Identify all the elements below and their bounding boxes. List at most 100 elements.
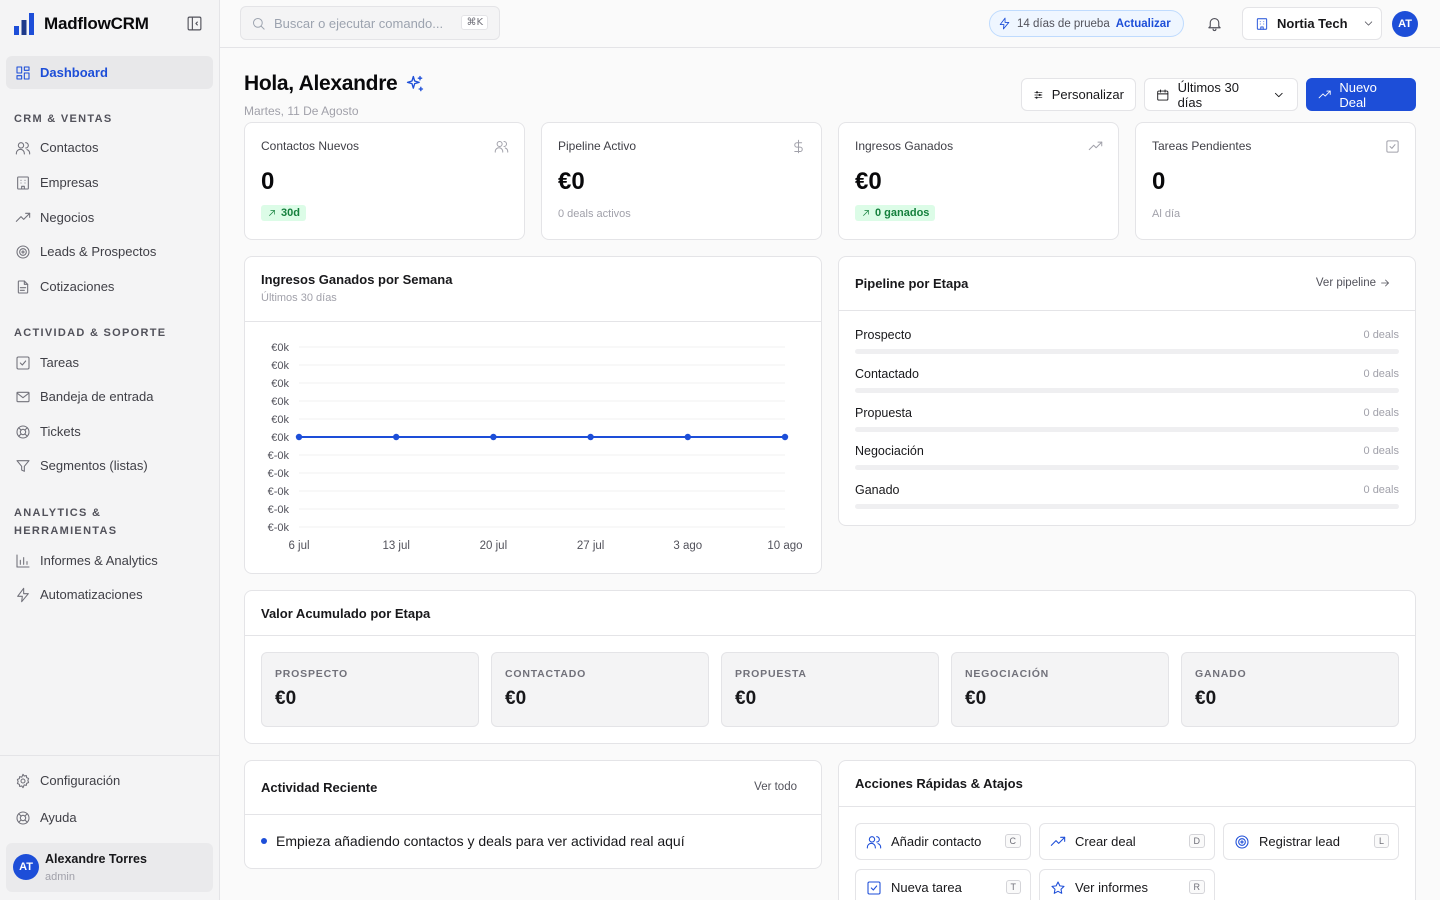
divider [839, 806, 1415, 807]
trial-badge[interactable]: 14 días de prueba Actualizar [989, 10, 1184, 37]
y-tick-label: €-0k [268, 486, 290, 498]
sidebar-item-dashboard[interactable]: Dashboard [6, 56, 213, 89]
view-pipeline-link[interactable]: Ver pipeline [1316, 277, 1391, 289]
date-range-select[interactable]: Últimos 30 días [1144, 78, 1298, 111]
stage-progress-track [855, 387, 1399, 393]
org-name: Nortia Tech [1277, 16, 1348, 31]
quick-action-register-lead[interactable]: Registrar lead L [1223, 823, 1399, 860]
sidebar-item-segmentos[interactable]: Segmentos (listas) [6, 449, 213, 482]
sidebar-item-cotizaciones[interactable]: Cotizaciones [6, 270, 213, 303]
quick-action-new-task[interactable]: Nueva tarea T [855, 869, 1031, 900]
divider [245, 321, 821, 322]
check-square-icon [867, 880, 881, 895]
user-role: admin [45, 871, 75, 883]
pipeline-stage-row: Negociación 0 deals [855, 444, 1399, 472]
shortcut-key: D [1188, 834, 1205, 848]
sidebar-item-ayuda[interactable]: Ayuda [6, 801, 213, 834]
stage-name: Contactado [855, 366, 919, 381]
quick-action-add-contact[interactable]: Añadir contacto C [855, 823, 1031, 860]
quick-action-label: Crear deal [1075, 834, 1136, 849]
target-icon [1235, 834, 1249, 849]
stage-value-label: GANADO [1195, 668, 1247, 680]
quick-action-create-deal[interactable]: Crear deal D [1039, 823, 1215, 860]
new-deal-button[interactable]: Nuevo Deal [1306, 78, 1416, 111]
zap-icon [17, 587, 29, 602]
data-point [587, 433, 594, 441]
sidebar-item-label: Bandeja de entrada [40, 389, 154, 404]
shortcut-key: T [1005, 880, 1021, 894]
user-card[interactable]: AT Alexandre Torres admin [6, 843, 213, 892]
org-switcher[interactable]: Nortia Tech [1242, 7, 1382, 40]
y-tick-label: €-0k [268, 468, 290, 480]
y-tick-label: €0k [271, 396, 289, 408]
calendar-icon [1157, 88, 1169, 101]
building-icon [17, 175, 29, 190]
search-box[interactable]: ⌘K [240, 6, 500, 40]
customize-button[interactable]: Personalizar [1021, 78, 1136, 111]
sidebar-item-tareas[interactable]: Tareas [6, 346, 213, 379]
pipeline-stage-row: Prospecto 0 deals [855, 328, 1399, 356]
sidebar-item-label: Cotizaciones [40, 279, 115, 294]
quick-action-view-reports[interactable]: Ver informes R [1039, 869, 1215, 900]
stage-count: 0 deals [1363, 329, 1399, 341]
brand[interactable]: MadflowCRM [14, 12, 149, 36]
kpi-card-pipeline: Pipeline Activo €0 0 deals activos [541, 122, 822, 240]
stage-progress-track [855, 465, 1399, 471]
divider [245, 635, 1415, 636]
pipeline-stage-row: Contactado 0 deals [855, 367, 1399, 395]
sidebar-item-informes[interactable]: Informes & Analytics [6, 544, 213, 577]
sparkles-icon [407, 75, 424, 92]
sidebar-item-contactos[interactable]: Contactos [6, 131, 213, 164]
search-icon [253, 17, 265, 30]
stage-name: Ganado [855, 483, 900, 498]
section-label-analytics: ANALYTICS & HERRAMIENTAS [14, 507, 118, 537]
sidebar-item-tickets[interactable]: Tickets [6, 415, 213, 448]
kpi-title: Ingresos Ganados [855, 139, 954, 153]
sidebar-item-bandeja[interactable]: Bandeja de entrada [6, 380, 213, 413]
sidebar-item-automatizaciones[interactable]: Automatizaciones [6, 578, 213, 611]
lifebuoy-icon [16, 424, 30, 439]
sidebar-toggle-button[interactable] [186, 15, 204, 33]
bar-chart-icon [16, 553, 30, 568]
search-input[interactable] [274, 15, 454, 31]
sidebar-item-empresas[interactable]: Empresas [6, 166, 213, 199]
sidebar-item-label: Empresas [40, 175, 99, 190]
new-deal-label: Nuevo Deal [1339, 79, 1377, 110]
sidebar-item-configuracion[interactable]: Configuración [6, 764, 213, 797]
building-icon [1256, 17, 1268, 30]
sidebar-item-label: Informes & Analytics [40, 553, 158, 568]
data-point [490, 433, 497, 441]
zap-icon [999, 17, 1010, 30]
sidebar-item-label: Ayuda [40, 810, 77, 825]
divider [245, 814, 821, 815]
kpi-card-ingresos: Ingresos Ganados €0 0 ganados [838, 122, 1119, 240]
x-tick-label: 10 ago [767, 540, 802, 552]
stage-value-amount: €0 [965, 688, 987, 709]
stage-count: 0 deals [1363, 367, 1399, 380]
trending-up-icon [15, 212, 31, 222]
card-title: Pipeline por Etapa [855, 276, 969, 291]
shortcut-key: R [1188, 880, 1205, 894]
sidebar-item-leads[interactable]: Leads & Prospectos [6, 235, 213, 268]
sidebar-item-label: Negocios [40, 210, 95, 225]
kpi-value: €0 [855, 168, 882, 195]
sidebar-item-label: Tareas [40, 355, 80, 370]
kpi-badge: 30d [261, 205, 306, 221]
stage-name: Propuesta [855, 405, 912, 420]
view-all-link[interactable]: Ver todo [754, 781, 797, 793]
notifications-button[interactable] [1206, 15, 1223, 32]
avatar[interactable]: AT [1392, 11, 1418, 37]
x-tick-label: 27 jul [577, 540, 605, 552]
chevron-down-icon [1275, 92, 1284, 97]
sidebar-item-negocios[interactable]: Negocios [6, 201, 213, 234]
pipeline-card: Pipeline por Etapa Ver pipeline Prospect… [838, 256, 1416, 526]
arrow-right-icon [1381, 279, 1389, 287]
accumulated-value-card: Valor Acumulado por Etapa PROSPECTO €0 C… [244, 590, 1416, 744]
shortcut-key: C [1004, 834, 1021, 848]
trial-upgrade-link[interactable]: Actualizar [1116, 18, 1171, 30]
section-label-crm: CRM & VENTAS [14, 113, 113, 125]
weekly-revenue-card: Ingresos Ganados por Semana Últimos 30 d… [244, 256, 822, 574]
arrow-up-right-icon [863, 210, 869, 216]
sidebar-item-label: Tickets [40, 424, 81, 439]
customize-label: Personalizar [1051, 87, 1124, 102]
